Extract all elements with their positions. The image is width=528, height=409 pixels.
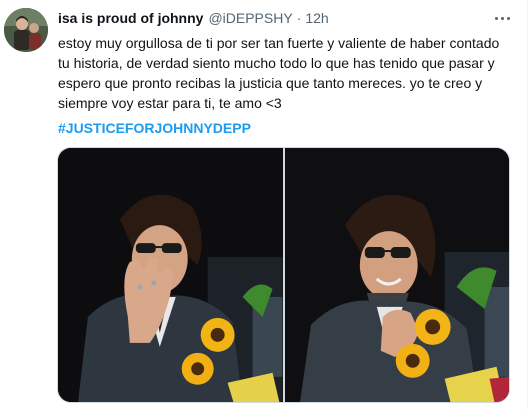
more-options-icon[interactable] — [491, 9, 513, 27]
tweet-text: estoy muy orgullosa de ti por ser tan fu… — [58, 35, 500, 111]
timestamp[interactable]: 12h — [305, 10, 328, 26]
photo-1-image — [58, 148, 283, 402]
separator: · — [296, 10, 302, 26]
tweet-header: isa is proud of johnny @iDEPPSHY · 12h — [58, 10, 487, 28]
author-handle[interactable]: @iDEPPSHY — [208, 10, 292, 26]
avatar-image — [4, 8, 48, 52]
media-photo-2[interactable] — [284, 148, 509, 402]
media-photo-1[interactable] — [58, 148, 283, 402]
avatar[interactable] — [4, 8, 48, 52]
media-grid — [57, 147, 510, 403]
author-name[interactable]: isa is proud of johnny — [58, 10, 203, 26]
tweet[interactable]: isa is proud of johnny @iDEPPSHY · 12h e… — [0, 0, 528, 409]
photo-2-image — [284, 148, 509, 402]
hashtag-link[interactable]: #JUSTICEFORJOHNNYDEPP — [58, 120, 251, 136]
